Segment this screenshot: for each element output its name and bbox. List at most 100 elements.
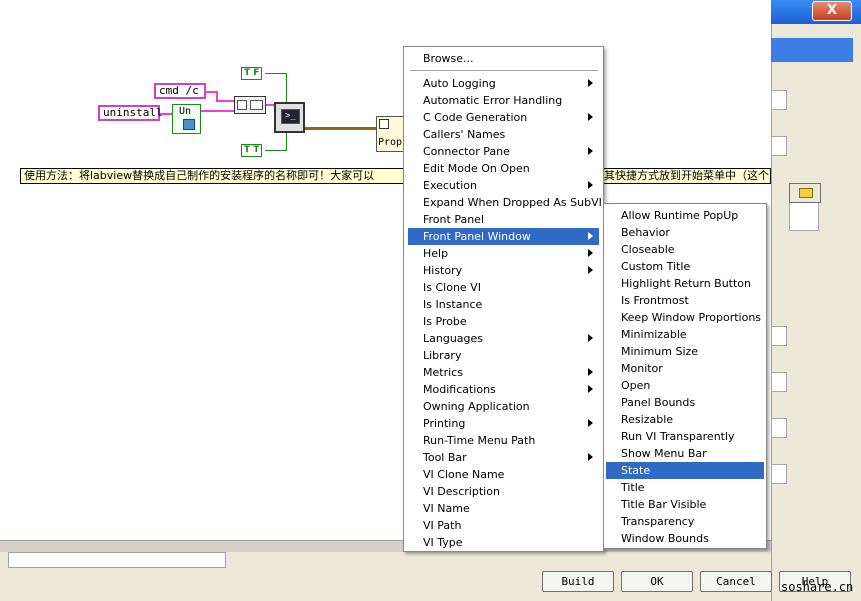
- submenu-item-behavior[interactable]: Behavior: [606, 224, 764, 241]
- menu-item-label: VI Clone Name: [423, 468, 505, 481]
- menu-item-label: Help: [423, 247, 449, 260]
- submenu-item-state[interactable]: State: [606, 462, 764, 479]
- menu-item-label: History: [423, 264, 463, 277]
- menu-item-callers-names[interactable]: Callers' Names: [408, 126, 599, 143]
- menu-item-vi-path[interactable]: VI Path: [408, 517, 599, 534]
- submenu-item-monitor[interactable]: Monitor: [606, 360, 764, 377]
- submenu-item-label: Show Menu Bar: [621, 447, 707, 460]
- menu-item-label: Execution: [423, 179, 477, 192]
- browse-folder-button[interactable]: [789, 183, 821, 203]
- submenu-arrow-icon: [588, 249, 593, 257]
- menu-item-front-panel-window[interactable]: Front Panel Window: [408, 228, 599, 245]
- uninstall-string-constant[interactable]: uninstall: [98, 105, 163, 121]
- close-button[interactable]: X: [812, 1, 852, 21]
- subvi-output-wire: [200, 110, 234, 112]
- menu-item-front-panel[interactable]: Front Panel: [408, 211, 599, 228]
- dialog-field-1[interactable]: [771, 90, 787, 110]
- bool-wire-top-h: [265, 73, 287, 74]
- ok-button[interactable]: OK: [621, 571, 693, 592]
- submenu-item-label: Title: [621, 481, 645, 494]
- dialog-field-6[interactable]: [771, 464, 787, 484]
- menu-item-tool-bar[interactable]: Tool Bar: [408, 449, 599, 466]
- submenu-item-open[interactable]: Open: [606, 377, 764, 394]
- concatenate-strings-node[interactable]: [234, 96, 266, 114]
- submenu-item-label: Panel Bounds: [621, 396, 696, 409]
- cmd-string-constant[interactable]: cmd /c: [154, 83, 206, 99]
- instruction-note[interactable]: 使用方法：将labview替换成自己制作的安装程序的名称即可！大家可以 其快捷方…: [20, 168, 771, 184]
- menu-item-execution[interactable]: Execution: [408, 177, 599, 194]
- submenu-item-is-frontmost[interactable]: Is Frontmost: [606, 292, 764, 309]
- menu-item-label: Is Probe: [423, 315, 467, 328]
- uninstall-subvi-icon[interactable]: Un: [172, 104, 201, 134]
- watermark: soshare.cn: [781, 580, 854, 594]
- menu-item-owning-application[interactable]: Owning Application: [408, 398, 599, 415]
- menu-item-history[interactable]: History: [408, 262, 599, 279]
- submenu-item-keep-window-proportions[interactable]: Keep Window Proportions: [606, 309, 764, 326]
- menu-item-edit-mode-on-open[interactable]: Edit Mode On Open: [408, 160, 599, 177]
- menu-item-label: Edit Mode On Open: [423, 162, 530, 175]
- submenu-item-label: Minimizable: [621, 328, 687, 341]
- bottom-text-field[interactable]: [8, 552, 226, 568]
- submenu-item-closeable[interactable]: Closeable: [606, 241, 764, 258]
- menu-separator: [410, 70, 598, 71]
- menu-item-connector-pane[interactable]: Connector Pane: [408, 143, 599, 160]
- concat-left-icon: [237, 100, 247, 110]
- submenu-item-title[interactable]: Title: [606, 479, 764, 496]
- menu-item-c-code-generation[interactable]: C Code Generation: [408, 109, 599, 126]
- submenu-item-transparency[interactable]: Transparency: [606, 513, 764, 530]
- menu-item-label: Run-Time Menu Path: [423, 434, 536, 447]
- menu-item-is-clone-vi[interactable]: Is Clone VI: [408, 279, 599, 296]
- submenu-item-resizable[interactable]: Resizable: [606, 411, 764, 428]
- menu-item-browse[interactable]: Browse...: [408, 50, 599, 67]
- boolean-constant-bottom[interactable]: T T: [241, 144, 263, 157]
- menu-item-label: Front Panel: [423, 213, 484, 226]
- submenu-item-label: Run VI Transparently: [621, 430, 735, 443]
- dialog-field-3[interactable]: [771, 326, 787, 346]
- submenu-item-minimum-size[interactable]: Minimum Size: [606, 343, 764, 360]
- property-node[interactable]: Prop: [376, 116, 406, 152]
- menu-item-help[interactable]: Help: [408, 245, 599, 262]
- menu-item-printing[interactable]: Printing: [408, 415, 599, 432]
- menu-item-expand-when-dropped-as-subvi[interactable]: Expand When Dropped As SubVI: [408, 194, 602, 211]
- menu-item-label: Owning Application: [423, 400, 530, 413]
- menu-item-is-instance[interactable]: Is Instance: [408, 296, 599, 313]
- submenu-item-title-bar-visible[interactable]: Title Bar Visible: [606, 496, 764, 513]
- menu-item-automatic-error-handling[interactable]: Automatic Error Handling: [408, 92, 599, 109]
- menu-item-library[interactable]: Library: [408, 347, 599, 364]
- submenu-arrow-icon: [588, 113, 593, 121]
- menu-item-vi-type[interactable]: VI Type: [408, 534, 599, 551]
- submenu-item-minimizable[interactable]: Minimizable: [606, 326, 764, 343]
- menu-item-vi-name[interactable]: VI Name: [408, 500, 599, 517]
- menu-item-languages[interactable]: Languages: [408, 330, 599, 347]
- submenu-item-panel-bounds[interactable]: Panel Bounds: [606, 394, 764, 411]
- menu-item-label: Automatic Error Handling: [423, 94, 563, 107]
- bool-wire-bottom-v: [286, 133, 287, 151]
- menu-item-label: Auto Logging: [423, 77, 496, 90]
- boolean-constant-top[interactable]: T F: [241, 67, 263, 80]
- menu-item-metrics[interactable]: Metrics: [408, 364, 599, 381]
- menu-item-run-time-menu-path[interactable]: Run-Time Menu Path: [408, 432, 599, 449]
- submenu-item-window-bounds[interactable]: Window Bounds: [606, 530, 764, 547]
- dialog-field-2[interactable]: [771, 136, 787, 156]
- property-node-ref-icon: [379, 119, 389, 129]
- dialog-field-4[interactable]: [771, 372, 787, 392]
- menu-item-auto-logging[interactable]: Auto Logging: [408, 75, 599, 92]
- submenu-item-run-vi-transparently[interactable]: Run VI Transparently: [606, 428, 764, 445]
- submenu-item-allow-runtime-popup[interactable]: Allow Runtime PopUp: [606, 207, 764, 224]
- submenu-item-label: Is Frontmost: [621, 294, 689, 307]
- build-button[interactable]: Build: [542, 571, 614, 592]
- menu-item-modifications[interactable]: Modifications: [408, 381, 599, 398]
- menu-item-is-probe[interactable]: Is Probe: [408, 313, 599, 330]
- subvi-glyph-icon: [183, 119, 195, 130]
- menu-item-label: VI Name: [423, 502, 470, 515]
- submenu-item-show-menu-bar[interactable]: Show Menu Bar: [606, 445, 764, 462]
- cancel-button[interactable]: Cancel: [700, 571, 772, 592]
- menu-item-vi-clone-name[interactable]: VI Clone Name: [408, 466, 599, 483]
- system-exec-node[interactable]: >_: [274, 102, 305, 133]
- submenu-item-custom-title[interactable]: Custom Title: [606, 258, 764, 275]
- menu-item-label: Is Clone VI: [423, 281, 481, 294]
- menu-item-vi-description[interactable]: VI Description: [408, 483, 599, 500]
- submenu-item-highlight-return-button[interactable]: Highlight Return Button: [606, 275, 764, 292]
- menu-item-label: VI Type: [423, 536, 463, 549]
- dialog-field-5[interactable]: [771, 418, 787, 438]
